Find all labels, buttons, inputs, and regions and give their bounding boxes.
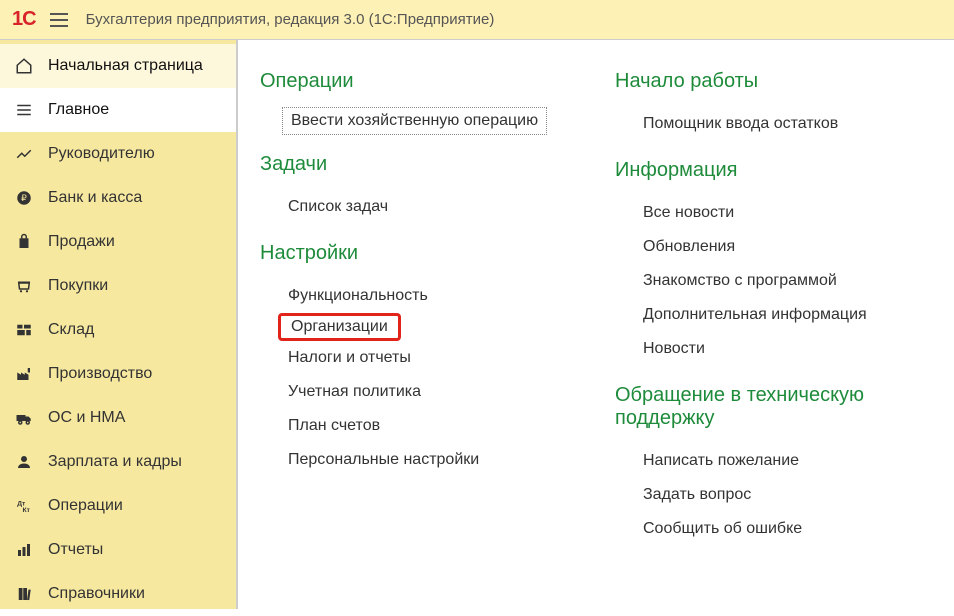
link-functionality[interactable]: Функциональность — [260, 279, 591, 313]
sidebar-item-2[interactable]: ₽ Банк и касса — [0, 176, 236, 220]
link-balances-assistant[interactable]: Помощник ввода остатков — [615, 107, 946, 141]
link-organizations[interactable]: Организации — [278, 313, 401, 341]
sidebar-item-8[interactable]: Зарплата и кадры — [0, 440, 236, 484]
svg-text:Дт: Дт — [17, 500, 26, 507]
sidebar-item-label: Зарплата и кадры — [48, 453, 182, 471]
hamburger-icon[interactable] — [50, 13, 68, 27]
sidebar: Начальная страница Главное Руководителю ₽ Б… — [0, 40, 238, 609]
sidebar-item-label: Главное — [48, 101, 109, 119]
sidebar-item-4[interactable]: Покупки — [0, 264, 236, 308]
link-news[interactable]: Новости — [615, 332, 946, 366]
link-all-news[interactable]: Все новости — [615, 196, 946, 230]
sidebar-item-label: Банк и касса — [48, 189, 142, 207]
menu-icon — [12, 101, 36, 119]
sidebar-item-label: Справочники — [48, 585, 145, 603]
sidebar-item-label: Начальная страница — [48, 57, 203, 75]
sidebar-item-10[interactable]: Отчеты — [0, 528, 236, 572]
sidebar-item-3[interactable]: Продажи — [0, 220, 236, 264]
link-personal-settings[interactable]: Персональные настройки — [260, 443, 591, 477]
sidebar-item-home[interactable]: Начальная страница — [0, 44, 236, 88]
sidebar-item-label: Операции — [48, 497, 123, 515]
section-title-tasks: Задачи — [260, 153, 591, 176]
section-title-support: Обращение в техническую поддержку — [615, 384, 946, 430]
link-enter-operation[interactable]: Ввести хозяйственную операцию — [282, 107, 547, 135]
ruble-icon: ₽ — [12, 189, 36, 207]
sidebar-item-6[interactable]: Производство — [0, 352, 236, 396]
sidebar-item-label: Продажи — [48, 233, 115, 251]
chart-icon — [12, 145, 36, 163]
app-title: Бухгалтерия предприятия, редакция 3.0 (1… — [86, 11, 495, 28]
books-icon — [12, 585, 36, 603]
sidebar-item-label: Производство — [48, 365, 152, 383]
sidebar-item-label: Отчеты — [48, 541, 103, 559]
grid-icon — [12, 321, 36, 339]
col-left: Операции Ввести хозяйственную операцию З… — [260, 62, 591, 601]
sidebar-item-5[interactable]: Склад — [0, 308, 236, 352]
sidebar-item-0[interactable]: Главное — [0, 88, 236, 132]
link-ask-question[interactable]: Задать вопрос — [615, 478, 946, 512]
dtkt-icon: ДтКт — [12, 497, 36, 515]
section-title-settings: Настройки — [260, 242, 591, 265]
truck-icon — [12, 409, 36, 427]
sidebar-item-9[interactable]: ДтКт Операции — [0, 484, 236, 528]
link-report-bug[interactable]: Сообщить об ошибке — [615, 512, 946, 546]
section-title-info: Информация — [615, 159, 946, 182]
factory-icon — [12, 365, 36, 383]
sidebar-item-11[interactable]: Справочники — [0, 572, 236, 616]
col-right: Начало работы Помощник ввода остатков Ин… — [615, 62, 946, 601]
titlebar: 1С Бухгалтерия предприятия, редакция 3.0… — [0, 0, 954, 40]
link-task-list[interactable]: Список задач — [260, 190, 591, 224]
person-icon — [12, 453, 36, 471]
link-updates[interactable]: Обновления — [615, 230, 946, 264]
logo-1c: 1С — [12, 8, 36, 31]
sidebar-item-7[interactable]: ОС и НМА — [0, 396, 236, 440]
link-taxes-reports[interactable]: Налоги и отчеты — [260, 341, 591, 375]
bag-icon — [12, 233, 36, 251]
bars-icon — [12, 541, 36, 559]
sidebar-item-label: ОС и НМА — [48, 409, 125, 427]
svg-text:₽: ₽ — [21, 193, 27, 203]
link-account-policy[interactable]: Учетная политика — [260, 375, 591, 409]
content: Операции Ввести хозяйственную операцию З… — [238, 40, 954, 609]
link-intro[interactable]: Знакомство с программой — [615, 264, 946, 298]
section-title-operations: Операции — [260, 70, 591, 93]
link-feedback[interactable]: Написать пожелание — [615, 444, 946, 478]
cart-icon — [12, 277, 36, 295]
sidebar-item-label: Склад — [48, 321, 94, 339]
svg-text:Кт: Кт — [23, 507, 31, 514]
section-title-start: Начало работы — [615, 70, 946, 93]
sidebar-item-label: Руководителю — [48, 145, 155, 163]
link-additional-info[interactable]: Дополнительная информация — [615, 298, 946, 332]
home-icon — [12, 57, 36, 75]
sidebar-item-1[interactable]: Руководителю — [0, 132, 236, 176]
sidebar-item-label: Покупки — [48, 277, 108, 295]
link-chart-of-accounts[interactable]: План счетов — [260, 409, 591, 443]
